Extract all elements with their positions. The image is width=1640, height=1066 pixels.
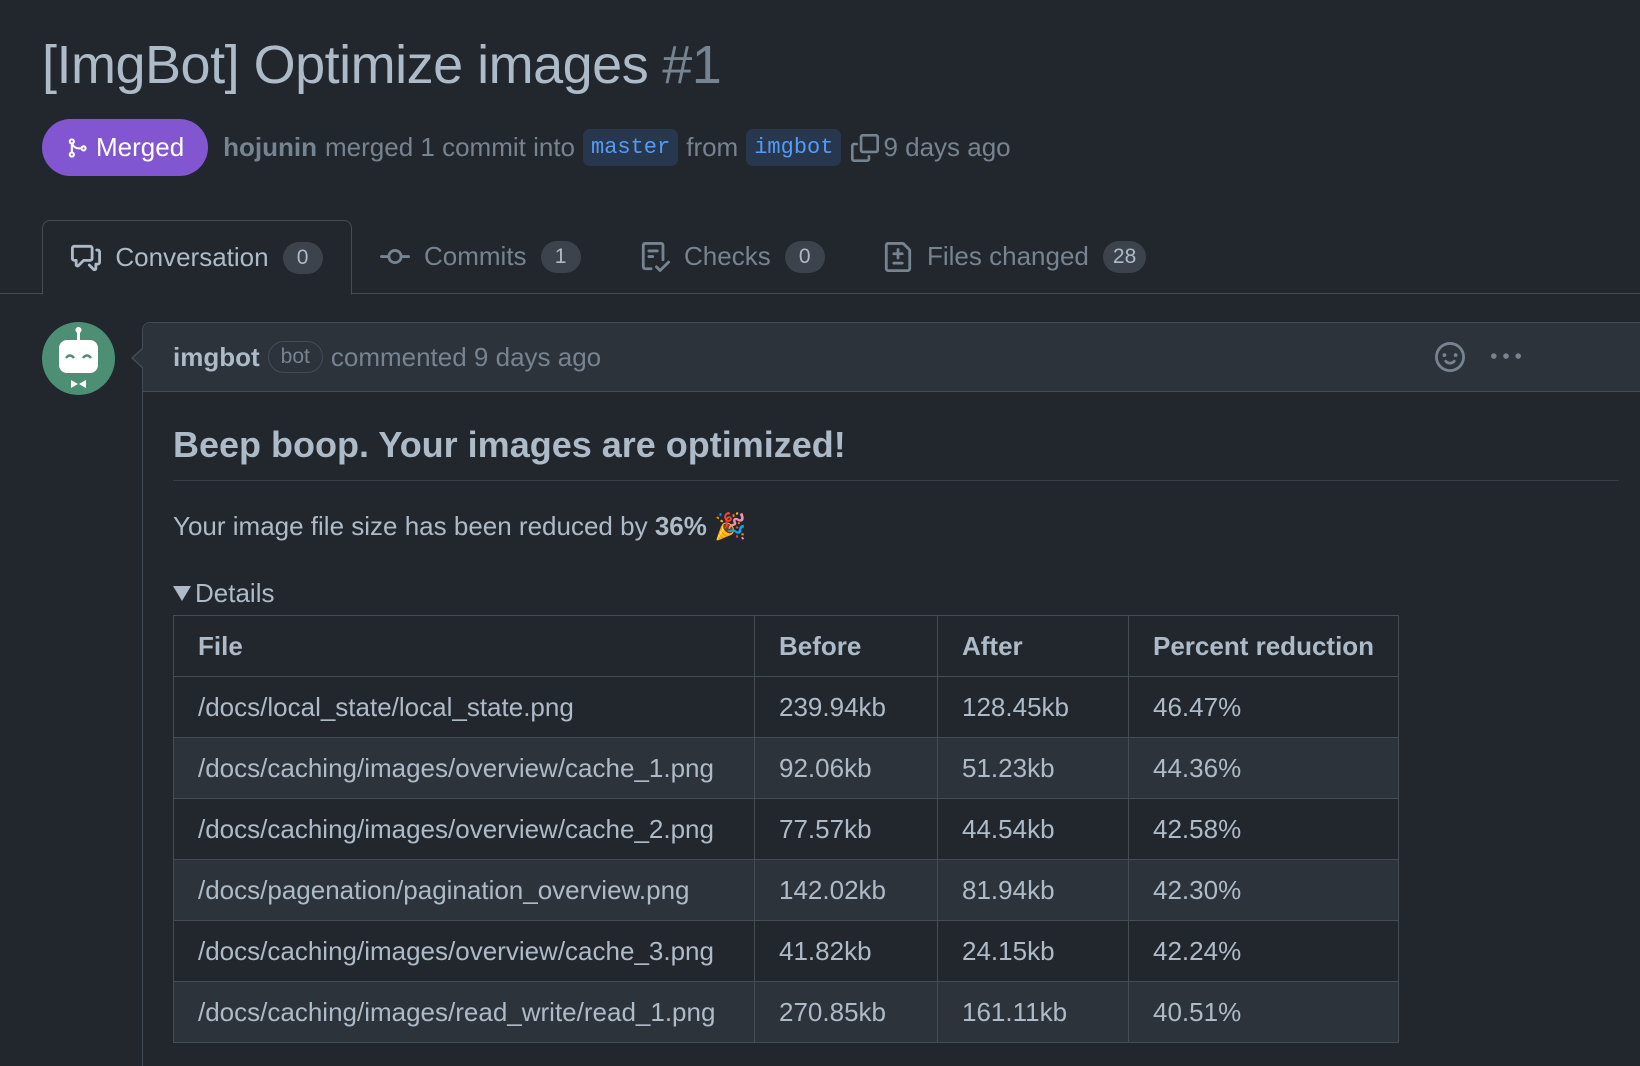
kebab-horizontal-icon[interactable] (1491, 342, 1521, 372)
copy-icon[interactable] (851, 133, 880, 162)
cell-after: 51.23kb (937, 737, 1129, 799)
tab-files-changed[interactable]: Files changed 28 (883, 220, 1147, 293)
cell-file: /docs/caching/images/read_write/read_1.p… (173, 981, 755, 1043)
bot-badge: bot (267, 341, 323, 373)
pr-meta: Merged hojunin merged 1 commit into mast… (42, 119, 1019, 176)
tab-checks-count: 0 (784, 240, 825, 273)
cell-after: 24.15kb (937, 920, 1129, 982)
pr-number: #1 (662, 35, 722, 95)
tab-files-changed-label: Files changed (927, 241, 1089, 271)
cell-after: 128.45kb (937, 676, 1129, 738)
cell-before: 41.82kb (754, 920, 938, 982)
pr-author-link[interactable]: hojunin (223, 132, 317, 163)
cell-percent: 44.36% (1127, 737, 1400, 799)
merged-state-badge: Merged (42, 119, 209, 176)
robot-icon (59, 327, 98, 388)
comment-heading: Beep boop. Your images are optimized! (173, 424, 1619, 481)
pr-time: 9 days ago (883, 132, 1011, 162)
cell-file: /docs/caching/images/overview/cache_1.pn… (173, 737, 755, 799)
table-row: /docs/caching/images/overview/cache_1.pn… (173, 737, 1400, 799)
cell-file: /docs/local_state/local_state.png (173, 676, 755, 738)
header-percent-reduction: Percent reduction (1127, 615, 1400, 677)
cell-file: /docs/caching/images/overview/cache_2.pn… (173, 798, 755, 860)
table-row: /docs/caching/images/overview/cache_3.pn… (173, 920, 1400, 982)
git-merge-icon (68, 137, 87, 158)
tab-files-changed-count: 28 (1102, 240, 1147, 273)
cell-after: 44.54kb (937, 798, 1129, 860)
party-emoji: 🎉 (714, 511, 747, 541)
cell-before: 239.94kb (754, 676, 938, 738)
cell-percent: 42.24% (1127, 920, 1400, 982)
tab-conversation[interactable]: Conversation 0 (42, 220, 352, 295)
pr-tabs: Conversation 0 Commits 1 Checks 0 Files … (0, 220, 1640, 295)
header-file: File (173, 615, 755, 677)
cell-percent: 42.30% (1127, 859, 1400, 921)
tab-conversation-count: 0 (282, 241, 323, 274)
tab-conversation-label: Conversation (115, 242, 269, 272)
cell-before: 142.02kb (754, 859, 938, 921)
comment-actions (1435, 323, 1521, 391)
table-header-row: File Before After Percent reduction (173, 615, 1400, 677)
comment-body: Beep boop. Your images are optimized! Yo… (143, 424, 1640, 1043)
checklist-icon (640, 241, 670, 272)
cell-after: 81.94kb (937, 859, 1129, 921)
cell-file: /docs/pagenation/pagination_overview.png (173, 859, 755, 921)
pull-request-page: [ImgBot] Optimize images #1 Merged hojuni… (0, 0, 1640, 1066)
reduction-summary: Your image file size has been reduced by… (173, 511, 1640, 542)
cell-after: 161.11kb (937, 981, 1129, 1043)
git-commit-icon (380, 242, 410, 272)
comment-header: imgbot bot commented 9 days ago (143, 323, 1640, 392)
optimized-files-table: File Before After Percent reduction /doc… (173, 615, 1400, 1043)
details-toggle[interactable]: Details (173, 578, 1640, 609)
base-branch-link[interactable]: master (583, 129, 679, 166)
avatar[interactable] (42, 322, 115, 395)
from-text: from (686, 132, 739, 162)
header-after: After (937, 615, 1129, 677)
smiley-icon[interactable] (1435, 342, 1465, 372)
cell-percent: 42.58% (1127, 798, 1400, 860)
details-label: Details (195, 578, 275, 608)
cell-percent: 46.47% (1127, 676, 1400, 738)
tab-checks[interactable]: Checks 0 (640, 220, 825, 293)
file-diff-icon (883, 241, 913, 272)
cell-before: 270.85kb (754, 981, 938, 1043)
tab-commits-count: 1 (540, 240, 581, 273)
reduction-summary-text: Your image file size has been reduced by (173, 511, 648, 541)
merged-state-label: Merged (96, 132, 185, 162)
pr-title: [ImgBot] Optimize images #1 (42, 34, 722, 96)
comment-author-link[interactable]: imgbot (173, 342, 260, 373)
table-row: /docs/caching/images/overview/cache_2.pn… (173, 798, 1400, 860)
header-before: Before (754, 615, 938, 677)
triangle-down-icon (173, 586, 191, 601)
cell-file: /docs/caching/images/overview/cache_3.pn… (173, 920, 755, 982)
pr-title-text: [ImgBot] Optimize images (42, 35, 649, 95)
cell-before: 92.06kb (754, 737, 938, 799)
table-row: /docs/local_state/local_state.png 239.94… (173, 676, 1400, 738)
reduction-percent: 36% (654, 511, 707, 541)
merged-text: merged 1 commit into (325, 132, 575, 162)
comment-box: imgbot bot commented 9 days ago Beep boo… (142, 322, 1640, 1066)
tab-commits-label: Commits (424, 241, 527, 271)
table-row: /docs/caching/images/read_write/read_1.p… (173, 981, 1400, 1043)
comment-pointer-fill (133, 348, 144, 368)
head-branch-link[interactable]: imgbot (746, 129, 842, 166)
comment-meta[interactable]: commented 9 days ago (331, 342, 601, 373)
cell-before: 77.57kb (754, 798, 938, 860)
tab-commits[interactable]: Commits 1 (380, 220, 581, 293)
table-row: /docs/pagenation/pagination_overview.png… (173, 859, 1400, 921)
cell-percent: 40.51% (1127, 981, 1400, 1043)
tab-checks-label: Checks (684, 241, 771, 271)
comment-discussion-icon (71, 243, 102, 273)
